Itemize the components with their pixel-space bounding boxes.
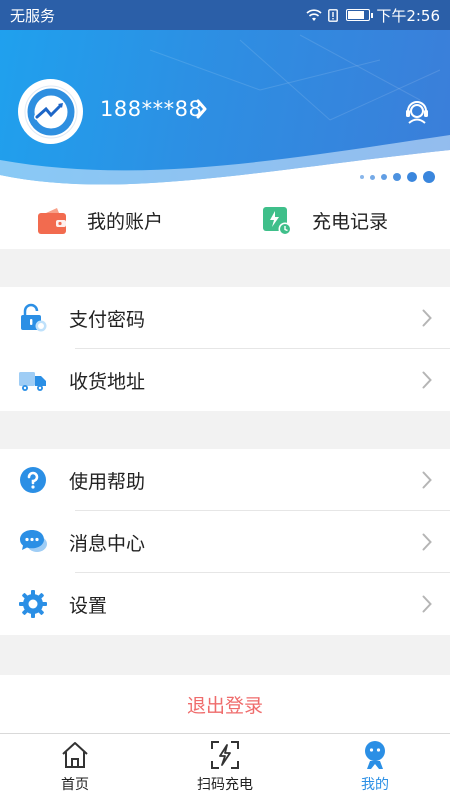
chevron-right-icon[interactable]	[196, 99, 208, 119]
menu-item-message-center[interactable]: 消息中心	[0, 511, 450, 573]
status-bar: 无服务 下午2:56	[0, 0, 450, 30]
menu-item-shipping-address[interactable]: 收货地址	[0, 349, 450, 411]
menu-item-label: 收货地址	[69, 370, 146, 393]
chevron-right-icon	[422, 595, 432, 613]
profile-icon	[365, 741, 385, 769]
my-account-label: 我的账户	[87, 211, 164, 233]
menu-item-label: 设置	[69, 594, 108, 617]
logo-icon	[24, 85, 77, 138]
help-icon	[18, 465, 48, 495]
chevron-right-icon	[422, 471, 432, 489]
customer-service-icon[interactable]	[402, 96, 432, 126]
tab-label: 我的	[361, 777, 389, 793]
home-icon	[62, 742, 88, 768]
scan-charge-icon	[211, 741, 239, 769]
logout-label: 退出登录	[186, 694, 263, 717]
tab-home[interactable]: 首页	[0, 734, 150, 800]
my-account-button[interactable]: 我的账户	[37, 192, 163, 249]
menu-group-security: 支付密码 收货地址	[0, 287, 450, 411]
truck-icon	[18, 365, 48, 395]
wallet-icon	[38, 207, 66, 234]
tab-mine[interactable]: 我的	[300, 734, 450, 800]
menu-item-payment-password[interactable]: 支付密码	[0, 287, 450, 349]
charge-record-icon	[263, 206, 292, 235]
menu-item-label: 消息中心	[69, 532, 146, 555]
tab-label: 首页	[61, 777, 89, 793]
carrier-text: 无服务	[10, 6, 56, 25]
menu-item-help[interactable]: 使用帮助	[0, 449, 450, 511]
menu-item-label: 支付密码	[69, 308, 146, 331]
bottom-tab-bar: 首页 扫码充电 我的	[0, 733, 450, 800]
status-time: 下午2:56	[376, 6, 440, 25]
sim-icon	[328, 8, 339, 22]
message-icon	[18, 527, 48, 557]
tab-label: 扫码充电	[197, 777, 253, 793]
menu-item-settings[interactable]: 设置	[0, 573, 450, 635]
tab-scan-charge[interactable]: 扫码充电	[150, 734, 300, 800]
chevron-right-icon	[422, 371, 432, 389]
menu-group-general: 使用帮助 消息中心 设置	[0, 449, 450, 635]
gear-icon	[18, 589, 48, 619]
chevron-right-icon	[422, 533, 432, 551]
chevron-right-icon	[422, 309, 432, 327]
banner-indicator	[360, 171, 435, 183]
user-phone[interactable]: 188***88	[100, 97, 202, 121]
quick-actions: 我的账户 充电记录	[0, 192, 450, 249]
charge-record-button[interactable]: 充电记录	[262, 192, 388, 249]
profile-header: 无服务 下午2:56 188***88	[0, 0, 450, 192]
logout-button[interactable]: 退出登录	[0, 675, 450, 733]
charge-record-label: 充电记录	[312, 211, 389, 233]
avatar[interactable]	[18, 79, 83, 144]
menu-item-label: 使用帮助	[69, 470, 146, 493]
battery-icon	[346, 9, 374, 21]
lock-icon	[18, 303, 48, 333]
wifi-icon	[306, 8, 322, 21]
